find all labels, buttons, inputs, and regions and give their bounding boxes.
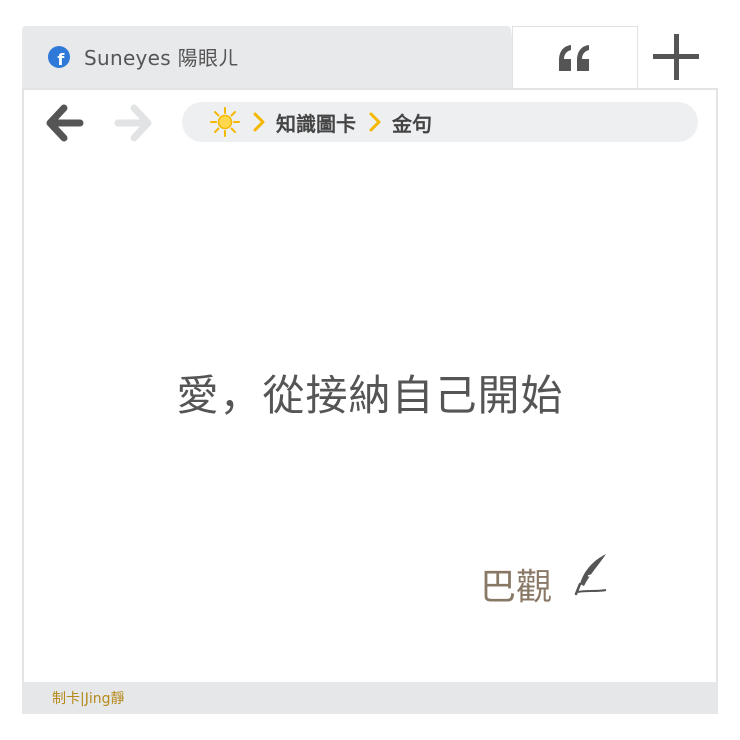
forward-arrow-icon <box>114 104 152 142</box>
tab-active[interactable]: f Suneyes 陽眼ㄦ <box>22 26 508 88</box>
breadcrumb: 知識圖卡 金句 <box>210 102 432 142</box>
forward-button[interactable] <box>112 104 152 142</box>
breadcrumb-item-quotes[interactable]: 金句 <box>392 108 432 137</box>
facebook-icon: f <box>48 45 70 68</box>
tab-title-text: Suneyes 陽眼ㄦ <box>84 46 239 70</box>
tab-quote[interactable] <box>512 26 638 88</box>
quote-author: 巴觀 <box>480 567 553 608</box>
chevron-right-icon <box>253 112 265 132</box>
quote-icon <box>559 45 589 71</box>
breadcrumb-item-cards[interactable]: 知識圖卡 <box>276 108 356 137</box>
plus-icon <box>653 34 699 80</box>
footer-credit: 制卡|Jing靜 <box>52 691 125 707</box>
sun-icon <box>210 107 240 137</box>
back-arrow-icon <box>46 104 84 142</box>
chevron-right-icon <box>369 112 381 132</box>
quill-icon <box>574 554 607 596</box>
new-tab-button[interactable] <box>650 32 702 84</box>
footer-bar: 制卡|Jing靜 <box>22 682 718 714</box>
quote-text: 愛，從接納自己開始 <box>176 371 564 420</box>
address-bar[interactable]: 知識圖卡 金句 <box>182 102 698 142</box>
tab-title: f Suneyes 陽眼ㄦ <box>48 42 239 71</box>
back-button[interactable] <box>46 104 86 142</box>
